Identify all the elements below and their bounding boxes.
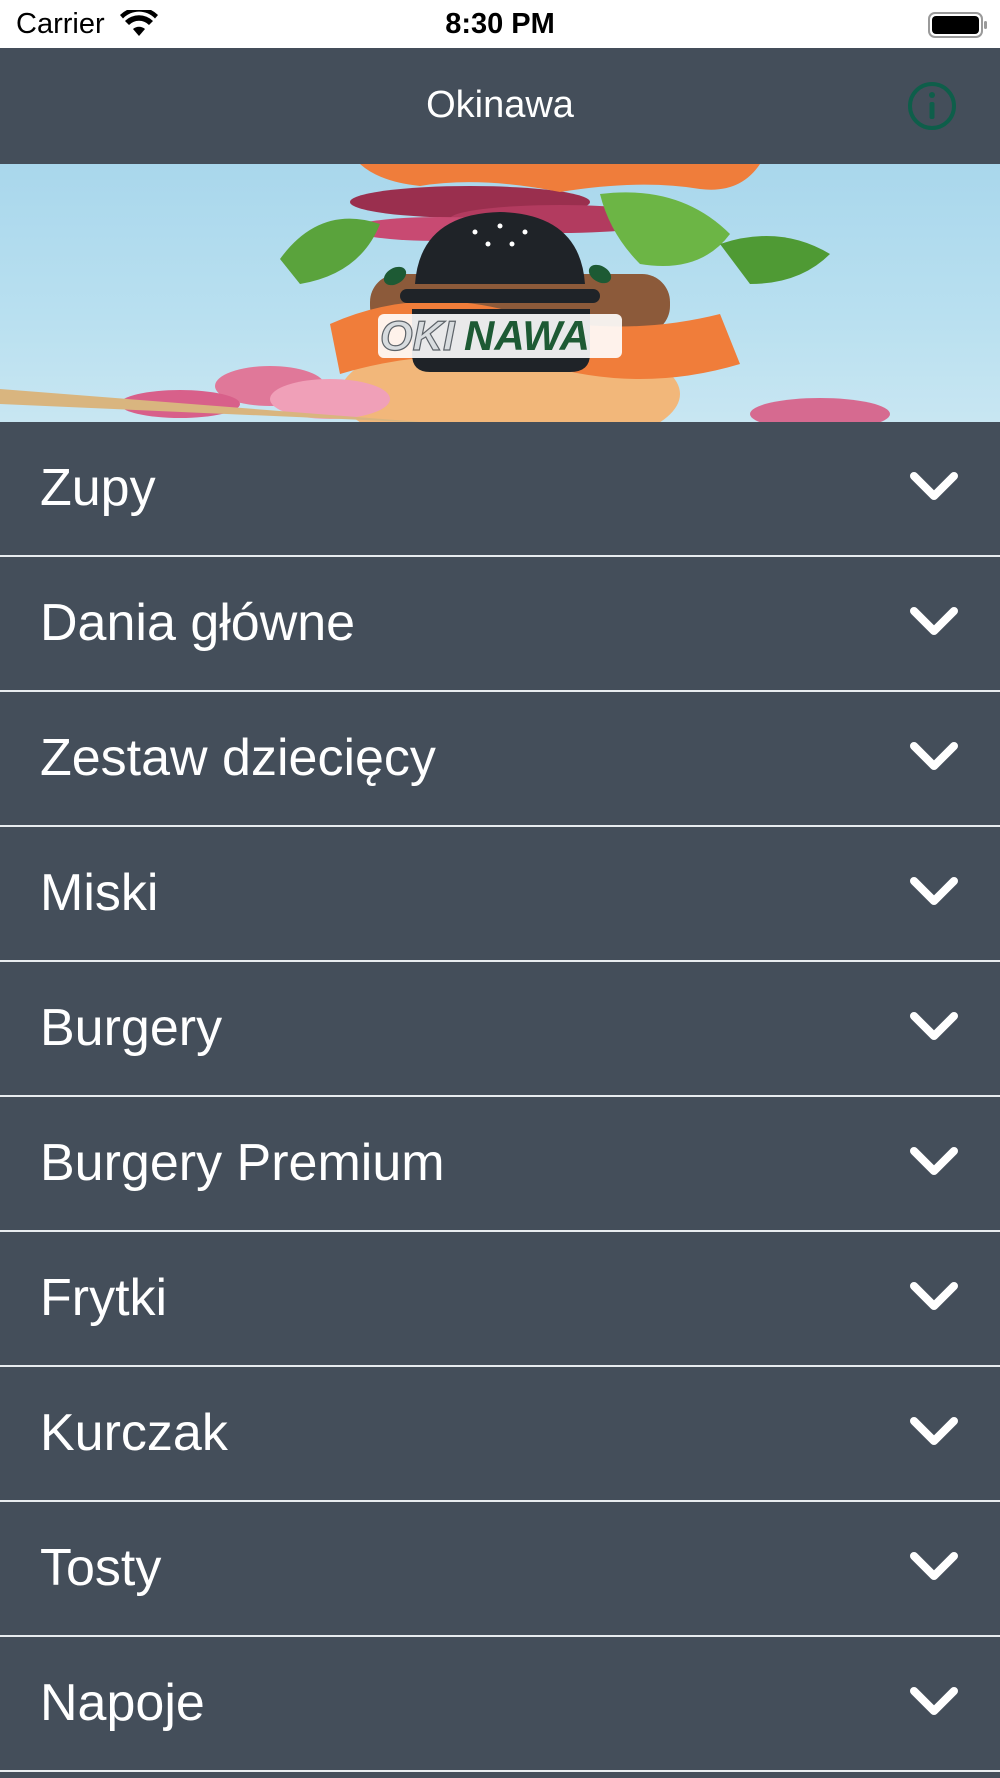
menu-category-label: Zestaw dziecięcy xyxy=(40,729,436,787)
chevron-down-icon[interactable] xyxy=(908,1683,960,1723)
chevron-down-icon[interactable] xyxy=(908,738,960,778)
chevron-down-icon[interactable] xyxy=(908,1143,960,1183)
menu-category-label: Zupy xyxy=(40,459,156,517)
chevron-down-icon[interactable] xyxy=(908,1413,960,1453)
chevron-down-icon[interactable] xyxy=(908,468,960,508)
menu-category-label: Miski xyxy=(40,864,159,922)
chevron-down-icon[interactable] xyxy=(908,1548,960,1588)
menu-category-7[interactable]: Kurczak xyxy=(0,1367,1000,1502)
chevron-down-icon[interactable] xyxy=(908,1278,960,1318)
menu-category-4[interactable]: Burgery xyxy=(0,962,1000,1097)
battery-icon xyxy=(928,12,987,38)
menu-category-label: Napoje xyxy=(40,1674,205,1732)
menu-category-label: Dania główne xyxy=(40,594,356,652)
menu-category-label: Tosty xyxy=(40,1539,162,1597)
logo-text-left: OKI xyxy=(380,312,456,359)
page-title: Okinawa xyxy=(426,84,574,126)
menu-category-9[interactable]: Napoje xyxy=(0,1637,1000,1772)
chevron-down-icon[interactable] xyxy=(908,603,960,643)
navigation-bar: Okinawa xyxy=(0,48,1000,164)
menu-category-label: Frytki xyxy=(40,1269,168,1327)
menu-category-label: Kurczak xyxy=(40,1404,228,1462)
menu-category-list: Zupy Dania główne Zestaw dziecięcy Miski Bur… xyxy=(0,422,1000,1772)
hero-banner: OKI NAWA xyxy=(0,164,1000,422)
clock: 8:30 PM xyxy=(445,8,555,40)
info-circle-icon[interactable] xyxy=(906,80,958,132)
menu-category-5[interactable]: Burgery Premium xyxy=(0,1097,1000,1232)
menu-category-6[interactable]: Frytki xyxy=(0,1232,1000,1367)
status-bar: Carrier 8:30 PM xyxy=(0,0,1000,48)
menu-category-0[interactable]: Zupy xyxy=(0,422,1000,557)
menu-category-label: Burgery xyxy=(40,999,223,1057)
menu-category-2[interactable]: Zestaw dziecięcy xyxy=(0,692,1000,827)
burger-photo: OKI NAWA xyxy=(0,164,890,422)
menu-category-label: Burgery Premium xyxy=(40,1134,445,1192)
chevron-down-icon[interactable] xyxy=(908,1008,960,1048)
menu-category-8[interactable]: Tosty xyxy=(0,1502,1000,1637)
menu-category-1[interactable]: Dania główne xyxy=(0,557,1000,692)
menu-category-3[interactable]: Miski xyxy=(0,827,1000,962)
logo-text-right: NAWA xyxy=(464,312,590,359)
chevron-down-icon[interactable] xyxy=(908,873,960,913)
